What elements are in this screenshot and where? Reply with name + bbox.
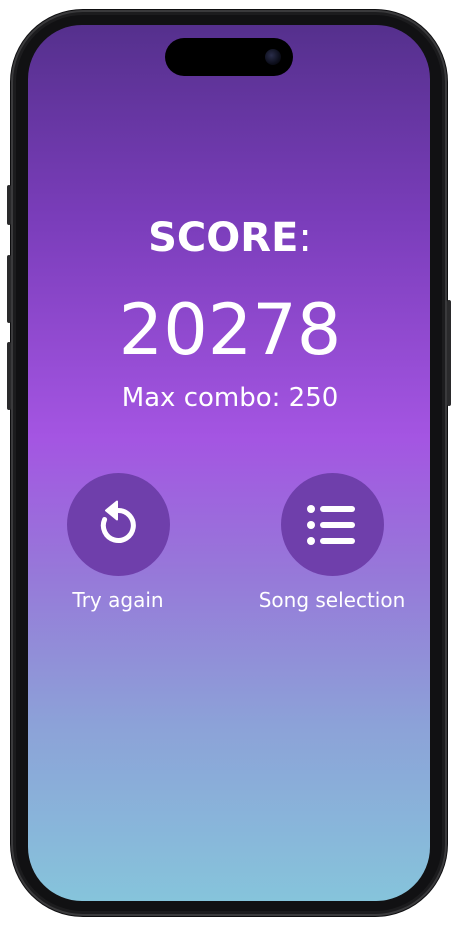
try-again-circle[interactable] [66, 473, 170, 576]
list-icon [307, 504, 355, 545]
song-selection-label: Song selection [258, 588, 406, 612]
retry-icon [100, 500, 136, 543]
max-combo-text: Max combo: 250 [121, 383, 339, 413]
front-camera-icon [265, 49, 281, 65]
score-heading-label: SCORE [148, 215, 299, 261]
screen [28, 25, 430, 901]
score-heading-colon: : [298, 215, 312, 261]
try-again-button[interactable]: Try again [48, 473, 188, 614]
score-heading: SCORE: [0, 215, 460, 261]
dynamic-island [165, 38, 293, 76]
song-selection-button[interactable]: Song selection [257, 473, 407, 614]
score-value: 20278 [118, 289, 342, 371]
song-selection-circle[interactable] [280, 473, 384, 576]
try-again-label: Try again [72, 588, 164, 612]
